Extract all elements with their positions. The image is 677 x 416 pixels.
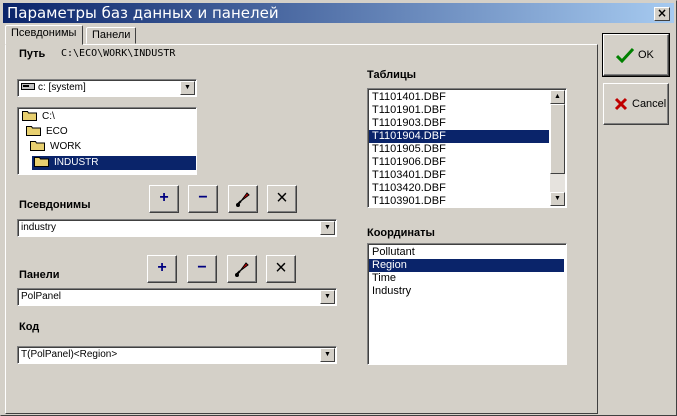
remove-panel-button[interactable]: − [187, 255, 217, 283]
folder-open-icon [22, 111, 37, 121]
ok-label: OK [638, 49, 654, 61]
dialog-window: Параметры баз данных и панелей × Псевдон… [0, 0, 677, 416]
list-item[interactable]: T1101903.DBF [369, 117, 549, 130]
folder-open-icon [34, 157, 49, 167]
tree-item-root[interactable]: C:\ [22, 110, 55, 124]
panels-label: Панели [19, 269, 60, 281]
tree-label: ECO [46, 126, 68, 137]
panel-select[interactable]: PolPanel ▼ [17, 288, 337, 306]
tables-scrollbar[interactable]: ▲ ▼ [550, 90, 565, 206]
tree-label: INDUSTR [54, 157, 99, 168]
tables-items: T1101401.DBF T1101901.DBF T1101903.DBF T110… [369, 91, 549, 207]
delete-alias-button[interactable]: × [267, 185, 297, 213]
checkmark-icon [616, 47, 634, 63]
drive-text: c: [system] [38, 82, 86, 93]
alias-value: industry [21, 222, 57, 233]
tree-item-industr[interactable]: INDUSTR [32, 156, 196, 170]
cancel-x-icon [614, 97, 628, 111]
panel-value: PolPanel [21, 291, 62, 302]
alias-select[interactable]: industry ▼ [17, 219, 337, 237]
delete-panel-button[interactable]: × [266, 255, 296, 283]
list-item[interactable]: T1101401.DBF [369, 91, 549, 104]
list-item[interactable]: T1103420.DBF [369, 182, 549, 195]
cancel-button[interactable]: Cancel [603, 83, 669, 125]
list-item[interactable]: T1103901.DBF [369, 195, 549, 207]
add-panel-button[interactable]: + [147, 255, 177, 283]
list-item[interactable]: Pollutant [369, 246, 564, 259]
folder-open-icon [26, 126, 41, 136]
code-value: T(PolPanel)<Region> [21, 349, 118, 360]
chevron-down-icon[interactable]: ▼ [320, 290, 335, 304]
tab-panels[interactable]: Панели [86, 27, 136, 44]
tab-aliases[interactable]: Псевдонимы [5, 25, 83, 45]
list-item[interactable]: T1101901.DBF [369, 104, 549, 117]
tables-list[interactable]: T1101401.DBF T1101901.DBF T1101903.DBF T110… [367, 88, 567, 208]
ok-button[interactable]: OK [602, 33, 670, 77]
code-select[interactable]: T(PolPanel)<Region> ▼ [17, 346, 337, 364]
brush-icon [236, 192, 250, 207]
list-item[interactable]: T1101905.DBF [369, 143, 549, 156]
coords-items: Pollutant Region Time Industry [369, 246, 564, 298]
list-item[interactable]: Region [369, 259, 564, 272]
edit-panel-button[interactable] [227, 255, 257, 283]
list-item[interactable]: T1101906.DBF [369, 156, 549, 169]
drive-select[interactable]: c: [system] ▼ [17, 79, 197, 97]
tree-label: C:\ [42, 111, 55, 122]
list-item[interactable]: T1101904.DBF [369, 130, 549, 143]
tree-label: WORK [50, 141, 82, 152]
scroll-up-icon[interactable]: ▲ [550, 90, 565, 104]
close-button[interactable]: × [654, 7, 670, 21]
title-bar: Параметры баз данных и панелей × [3, 3, 674, 23]
window-title: Параметры баз данных и панелей [7, 4, 279, 22]
coords-label: Координаты [367, 227, 435, 239]
chevron-down-icon[interactable]: ▼ [320, 221, 335, 235]
scroll-thumb[interactable] [550, 104, 565, 174]
list-item[interactable]: Time [369, 272, 564, 285]
coords-list[interactable]: Pollutant Region Time Industry [367, 243, 567, 365]
tree-item-work[interactable]: WORK [30, 140, 81, 154]
list-item[interactable]: T1103401.DBF [369, 169, 549, 182]
list-item[interactable]: Industry [369, 285, 564, 298]
folder-open-icon [30, 141, 45, 151]
edit-alias-button[interactable] [228, 185, 258, 213]
drive-icon [21, 83, 35, 90]
tables-label: Таблицы [367, 69, 416, 81]
cancel-label: Cancel [632, 98, 667, 110]
drive-value: c: [system] [21, 82, 86, 93]
chevron-down-icon[interactable]: ▼ [180, 81, 195, 95]
code-label: Код [19, 321, 40, 333]
add-alias-button[interactable]: + [149, 185, 179, 213]
tree-item-eco[interactable]: ECO [26, 125, 68, 139]
chevron-down-icon[interactable]: ▼ [320, 348, 335, 362]
scroll-down-icon[interactable]: ▼ [550, 192, 565, 206]
path-value: C:\ECO\WORK\INDUSTR [61, 48, 176, 59]
remove-alias-button[interactable]: − [188, 185, 218, 213]
aliases-label: Псевдонимы [19, 199, 91, 211]
folder-tree[interactable]: C:\ ECO WORK INDUSTR [17, 107, 197, 175]
path-label: Путь [19, 48, 46, 60]
brush-icon [235, 262, 249, 277]
